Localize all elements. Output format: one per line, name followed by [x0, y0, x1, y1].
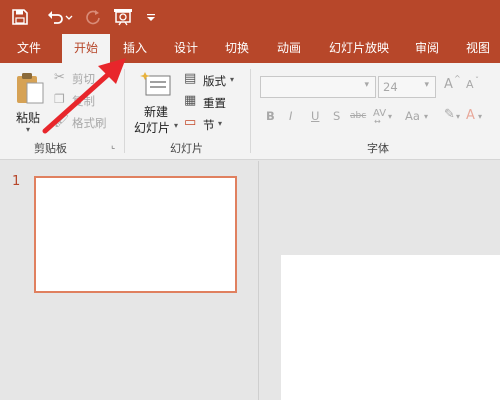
watermark-url: jingyan.baidu.com — [384, 378, 468, 388]
watermark-brand: Baidu经验 — [378, 358, 446, 374]
annotation-arrow-icon — [42, 58, 126, 134]
